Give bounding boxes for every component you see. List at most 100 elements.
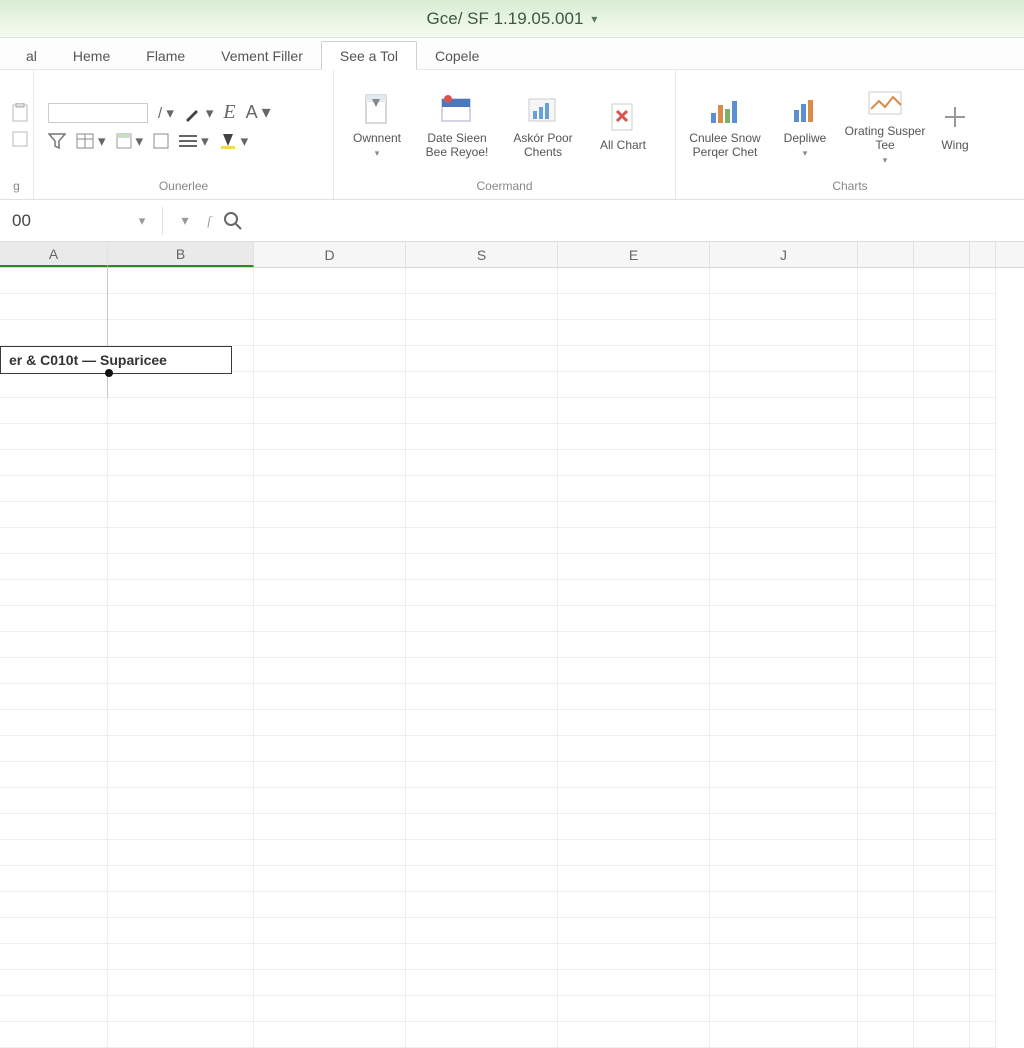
cell[interactable] xyxy=(914,580,970,606)
cell[interactable] xyxy=(254,268,406,294)
cell[interactable] xyxy=(558,606,710,632)
cell[interactable] xyxy=(858,736,914,762)
cell[interactable] xyxy=(0,450,108,476)
cell[interactable] xyxy=(558,632,710,658)
wing-button[interactable]: Wing xyxy=(928,95,982,157)
cell[interactable] xyxy=(254,840,406,866)
cell[interactable] xyxy=(858,346,914,372)
tab-vement[interactable]: Vement Filler xyxy=(203,42,321,69)
tab-copele[interactable]: Copele xyxy=(417,42,497,69)
cancel-formula-icon[interactable]: ▾ xyxy=(173,209,197,233)
cell[interactable] xyxy=(558,450,710,476)
cell[interactable] xyxy=(0,658,108,684)
cell[interactable] xyxy=(970,632,996,658)
cell[interactable] xyxy=(914,632,970,658)
highlight-icon[interactable]: ▾ xyxy=(219,132,249,150)
font-select[interactable] xyxy=(48,103,148,123)
cell[interactable] xyxy=(406,632,558,658)
cell[interactable] xyxy=(914,450,970,476)
cell[interactable] xyxy=(970,866,996,892)
cell[interactable] xyxy=(858,970,914,996)
cell[interactable] xyxy=(970,788,996,814)
cell[interactable] xyxy=(558,866,710,892)
cell[interactable] xyxy=(970,554,996,580)
cell[interactable] xyxy=(0,892,108,918)
cell[interactable] xyxy=(406,892,558,918)
cell[interactable] xyxy=(914,502,970,528)
ask-poor-chents-button[interactable]: Askór Poor Chents xyxy=(500,88,586,164)
cell[interactable] xyxy=(0,736,108,762)
cell[interactable] xyxy=(406,580,558,606)
tab-al[interactable]: al xyxy=(8,42,55,69)
cell[interactable] xyxy=(406,346,558,372)
cell[interactable] xyxy=(558,424,710,450)
cell[interactable] xyxy=(406,736,558,762)
cell[interactable] xyxy=(108,710,254,736)
cell[interactable] xyxy=(0,476,108,502)
cell[interactable] xyxy=(970,580,996,606)
column-header-S[interactable]: S xyxy=(406,242,558,267)
cell[interactable] xyxy=(970,320,996,346)
cell[interactable] xyxy=(558,268,710,294)
cell[interactable] xyxy=(108,996,254,1022)
cell[interactable] xyxy=(710,1022,858,1048)
cell[interactable] xyxy=(710,970,858,996)
column-header-8[interactable] xyxy=(970,242,996,267)
cell[interactable] xyxy=(254,658,406,684)
cell[interactable] xyxy=(558,892,710,918)
cell[interactable] xyxy=(858,554,914,580)
cell[interactable] xyxy=(710,684,858,710)
cell[interactable] xyxy=(558,476,710,502)
cell[interactable] xyxy=(710,476,858,502)
cell[interactable] xyxy=(254,762,406,788)
cell[interactable] xyxy=(858,320,914,346)
cell[interactable] xyxy=(858,632,914,658)
cell[interactable] xyxy=(254,294,406,320)
cell[interactable] xyxy=(970,944,996,970)
cell[interactable] xyxy=(406,528,558,554)
cell[interactable] xyxy=(254,892,406,918)
cell[interactable] xyxy=(558,580,710,606)
cell[interactable] xyxy=(0,944,108,970)
cell[interactable] xyxy=(858,918,914,944)
cell[interactable] xyxy=(914,554,970,580)
cell[interactable] xyxy=(970,840,996,866)
column-header-7[interactable] xyxy=(914,242,970,267)
cell[interactable] xyxy=(406,710,558,736)
cell[interactable] xyxy=(108,554,254,580)
cell[interactable] xyxy=(710,554,858,580)
cell[interactable] xyxy=(710,710,858,736)
cell[interactable] xyxy=(406,476,558,502)
name-box[interactable] xyxy=(6,207,126,235)
cell[interactable] xyxy=(406,684,558,710)
cell[interactable] xyxy=(0,528,108,554)
cell[interactable] xyxy=(108,970,254,996)
dupliwe-button[interactable]: Depliwe ▾ xyxy=(768,88,842,163)
cell[interactable] xyxy=(558,398,710,424)
cell[interactable] xyxy=(254,450,406,476)
cell[interactable] xyxy=(858,294,914,320)
cell[interactable] xyxy=(406,320,558,346)
cell[interactable] xyxy=(254,996,406,1022)
cell[interactable] xyxy=(914,866,970,892)
cell[interactable] xyxy=(406,424,558,450)
cell[interactable] xyxy=(254,736,406,762)
cell[interactable] xyxy=(710,424,858,450)
tab-home[interactable]: Heme xyxy=(55,42,128,69)
cell[interactable] xyxy=(406,866,558,892)
cell[interactable] xyxy=(558,502,710,528)
cell[interactable] xyxy=(710,944,858,970)
cell[interactable] xyxy=(406,970,558,996)
cell[interactable] xyxy=(0,840,108,866)
cell[interactable] xyxy=(710,528,858,554)
cell[interactable] xyxy=(970,476,996,502)
spreadsheet-grid[interactable]: ABDSEJ er & C010t — Suparicee xyxy=(0,242,1024,1048)
cell[interactable] xyxy=(558,788,710,814)
cell[interactable] xyxy=(108,918,254,944)
cell[interactable] xyxy=(914,762,970,788)
cell[interactable] xyxy=(914,372,970,398)
cell[interactable] xyxy=(970,424,996,450)
cell[interactable] xyxy=(858,450,914,476)
cell[interactable] xyxy=(0,788,108,814)
cell[interactable] xyxy=(858,710,914,736)
